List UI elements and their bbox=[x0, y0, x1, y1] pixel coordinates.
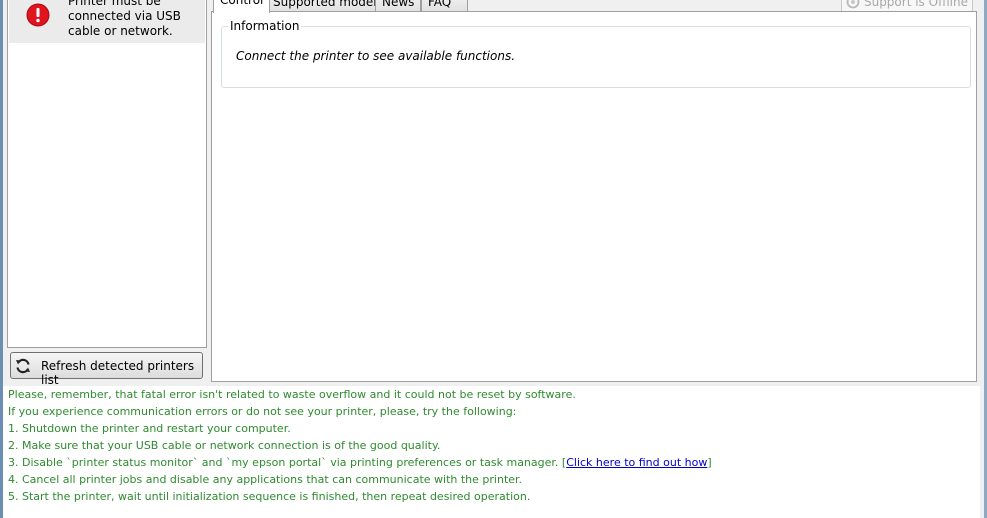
help-line: If you experience communication errors o… bbox=[8, 405, 517, 418]
control-tab-panel: Information Connect the printer to see a… bbox=[211, 11, 977, 382]
information-group: Information Connect the printer to see a… bbox=[221, 19, 971, 88]
help-line-text: 3. Disable `printer status monitor` and … bbox=[8, 456, 559, 469]
printer-status-text: Printer must be connected via USB cable … bbox=[68, 0, 181, 38]
help-line: 4. Cancel all printer jobs and disable a… bbox=[8, 473, 523, 486]
help-line: 1. Shutdown the printer and restart your… bbox=[8, 422, 291, 435]
refresh-icon bbox=[16, 358, 30, 374]
tab-label: Control bbox=[220, 0, 264, 7]
link-bracket-close: ] bbox=[707, 456, 712, 469]
error-icon bbox=[26, 3, 50, 27]
information-message: Connect the printer to see available fun… bbox=[236, 49, 516, 63]
find-out-how-link[interactable]: Click here to find out how bbox=[566, 456, 707, 469]
tab-label: News bbox=[382, 0, 415, 9]
refresh-button-label: Refresh detected printers list bbox=[41, 359, 195, 387]
printer-list[interactable]: Printer must be connected via USB cable … bbox=[7, 0, 207, 348]
help-line: 5. Start the printer, wait until initial… bbox=[8, 490, 531, 503]
support-icon bbox=[846, 0, 860, 9]
help-line-with-link: 3. Disable `printer status monitor` and … bbox=[8, 454, 712, 471]
refresh-printers-button[interactable]: Refresh detected printers list bbox=[10, 352, 203, 387]
printer-list-item[interactable]: Printer must be connected via USB cable … bbox=[9, 0, 205, 43]
information-legend: Information bbox=[228, 19, 302, 33]
help-text-area: Please, remember, that fatal error isn't… bbox=[3, 386, 980, 518]
support-status-label: Support is Offline bbox=[863, 0, 968, 9]
help-line: Please, remember, that fatal error isn't… bbox=[8, 388, 576, 401]
tab-label: Supported models bbox=[273, 0, 383, 9]
help-line: 2. Make sure that your USB cable or netw… bbox=[8, 439, 441, 452]
tab-label: FAQ bbox=[428, 0, 452, 9]
tab-control[interactable]: Control bbox=[213, 0, 271, 13]
